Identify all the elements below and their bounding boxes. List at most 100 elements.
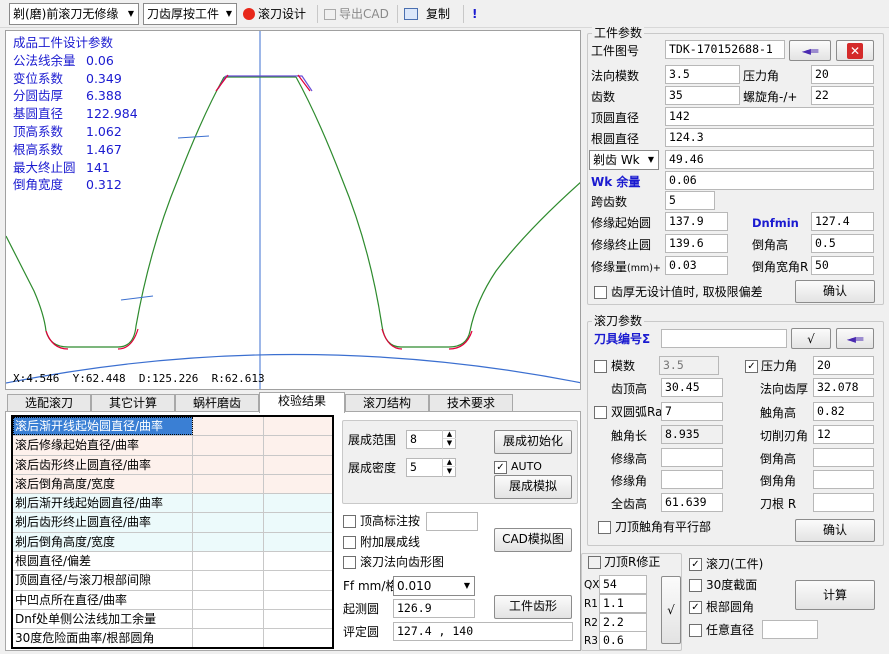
tip-mark-checkbox[interactable] [343, 515, 356, 528]
hob-workpiece-checkbox[interactable]: ✓ [689, 558, 702, 571]
normal-thickness-input[interactable]: 32.078 [813, 378, 874, 397]
chamfer-high-input[interactable] [813, 448, 874, 467]
table-row[interactable]: 剃后渐开线起始圆直径/曲率 [13, 494, 332, 514]
pressure-angle-input[interactable]: 20 [811, 65, 874, 84]
r-correction-checkbox[interactable] [588, 556, 601, 569]
edge-angle-input[interactable] [661, 470, 723, 489]
touch-length-input[interactable]: 8.935 [661, 425, 723, 444]
tip-dia-input[interactable]: 142 [665, 107, 874, 126]
extra-line-checkbox[interactable] [343, 536, 356, 549]
delete-button[interactable]: ✕ [836, 40, 874, 61]
chamfer-height-input[interactable]: 0.5 [811, 234, 874, 253]
mod-end-input[interactable]: 139.6 [665, 234, 728, 253]
drawing-no-label: 工件图号 [591, 44, 640, 58]
density-spin-arrows[interactable]: ▲ ▼ [442, 458, 456, 477]
tip-mark-input[interactable] [426, 512, 478, 531]
edge-height-input[interactable] [661, 448, 723, 467]
table-row[interactable]: 中凹点所在直径/曲率 [13, 590, 332, 610]
export-cad-button[interactable]: 导出CAD [324, 4, 389, 24]
table-row[interactable]: 滚后渐开线起始圆直径/曲率 [13, 417, 332, 437]
double-arc-value: 7 [665, 404, 672, 418]
table-row[interactable]: 剃后倒角高度/宽度 [13, 532, 332, 553]
any-diameter-checkbox[interactable] [689, 624, 702, 637]
dnfmin-input[interactable]: 127.4 [811, 212, 874, 231]
drawing-no-input[interactable]: TDK-170152688-1 [665, 40, 785, 59]
chamfer-angle-input[interactable] [813, 470, 874, 489]
wk-input[interactable]: 49.46 [665, 150, 874, 169]
r-apply-button[interactable]: √ [661, 576, 681, 644]
eval-circle-input[interactable]: 127.4 , 140 [393, 622, 573, 641]
parallel-checkbox[interactable] [598, 521, 611, 534]
table-row[interactable]: Dnf处单侧公法线加工余量 [13, 609, 332, 630]
mode-select[interactable]: 剃(磨)前滚刀无修缘 ▼ [9, 3, 139, 25]
r1-input[interactable]: 1.1 [599, 594, 647, 613]
root-fillet-checkbox[interactable]: ✓ [689, 601, 702, 614]
cutting-angle-input[interactable]: 12 [813, 425, 874, 444]
table-row[interactable]: 顶圆直径/与滚刀根部间隙 [13, 571, 332, 591]
table-row[interactable]: 剃后齿形终止圆直径/曲率 [13, 513, 332, 533]
helix-angle-input[interactable]: 22 [811, 86, 874, 105]
span-teeth-input[interactable]: 5 [665, 191, 715, 210]
info-icon: ! [472, 7, 478, 21]
r3-input[interactable]: 0.6 [599, 631, 647, 650]
workpiece-confirm-button[interactable]: 确认 [795, 280, 875, 303]
table-row[interactable]: 30度危险面曲率/根部圆角 [13, 629, 332, 647]
r1-value: 1.1 [603, 596, 624, 610]
table-row[interactable]: 滚后修缘起始直径/曲率 [13, 436, 332, 456]
full-height-input[interactable]: 61.639 [661, 493, 723, 512]
cad-simulate-button[interactable]: CAD模拟图 [494, 528, 572, 552]
range-spin-arrows[interactable]: ▲ ▼ [442, 430, 456, 449]
table-row[interactable]: 根圆直径/偏差 [13, 552, 332, 572]
table-row[interactable]: 滚后倒角高度/宽度 [13, 474, 332, 495]
copy-button[interactable]: 复制 [404, 4, 450, 24]
hob-design-button[interactable]: 滚刀设计 [243, 4, 306, 24]
teeth-input[interactable]: 35 [665, 86, 740, 105]
table-row[interactable]: 滚后齿形终止圆直径/曲率 [13, 455, 332, 475]
row-label: 滚后渐开线起始圆直径/曲率 [13, 417, 193, 436]
workpiece-profile-button[interactable]: 工件齿形 [494, 595, 572, 619]
hob-profile-checkbox[interactable] [343, 556, 356, 569]
tool-back-button[interactable]: ◄═ [836, 328, 874, 349]
thickness-select[interactable]: 刀齿厚按工件 ▼ [143, 3, 237, 25]
pressure-angle-value: 20 [815, 67, 829, 81]
tool-confirm-button[interactable]: √ [791, 328, 831, 349]
hob-pa-input[interactable]: 20 [813, 356, 874, 375]
auto-checkbox[interactable]: ✓ [494, 461, 507, 474]
mod-amount-input[interactable]: 0.03 [665, 256, 728, 275]
double-arc-input[interactable]: 7 [661, 402, 723, 421]
double-arc-checkbox[interactable] [594, 406, 607, 419]
param-row: 倒角宽度 0.312 [13, 176, 138, 194]
info-button[interactable]: ! [472, 4, 477, 24]
normal-module-input[interactable]: 3.5 [665, 65, 740, 84]
touch-height-input[interactable]: 0.82 [813, 402, 874, 421]
root-r-input[interactable] [813, 493, 874, 512]
limit-deviation-checkbox[interactable] [594, 286, 607, 299]
hob-pa-checkbox[interactable]: ✓ [745, 360, 758, 373]
root-dia-input[interactable]: 124.3 [665, 128, 874, 147]
ff-select[interactable]: 0.010 ▼ [393, 576, 475, 596]
compute-button[interactable]: 计算 [795, 580, 875, 610]
module-checkbox[interactable] [594, 360, 607, 373]
tool-no-input[interactable] [661, 329, 787, 348]
span-teeth-label: 跨齿数 [591, 195, 628, 209]
wk-type-select[interactable]: 剃齿 Wk ▼ [589, 150, 659, 170]
hob-module-input[interactable]: 3.5 [659, 356, 719, 375]
section-30deg-checkbox[interactable] [689, 579, 702, 592]
wk-allowance-input[interactable]: 0.06 [665, 171, 874, 190]
chevron-down-icon: ▼ [127, 9, 135, 18]
results-grid[interactable]: 滚后渐开线起始圆直径/曲率 滚后修缘起始直径/曲率 滚后齿形终止圆直径/曲率 滚… [11, 415, 334, 649]
generation-init-button[interactable]: 展成初始化 [494, 430, 572, 454]
addendum-input[interactable]: 30.45 [661, 378, 723, 397]
teeth-label: 齿数 [591, 90, 616, 104]
generation-simulate-button[interactable]: 展成模拟 [494, 475, 572, 499]
chamfer-width-input[interactable]: 50 [811, 256, 874, 275]
hob-confirm-button[interactable]: 确认 [795, 519, 875, 542]
qx-input[interactable]: 54 [599, 575, 647, 594]
tooth-profile-plot[interactable]: 成品工件设计参数 公法线余量 0.06 变位系数 0.349 分圆齿厚 6.388 基… [5, 30, 581, 390]
start-circle-input[interactable]: 126.9 [393, 599, 475, 618]
tab-check-results[interactable]: 校验结果 [259, 392, 345, 413]
any-diameter-input[interactable] [762, 620, 818, 639]
r2-input[interactable]: 2.2 [599, 613, 647, 632]
mod-start-input[interactable]: 137.9 [665, 212, 728, 231]
back-arrow-button[interactable]: ◄═ [789, 40, 831, 61]
